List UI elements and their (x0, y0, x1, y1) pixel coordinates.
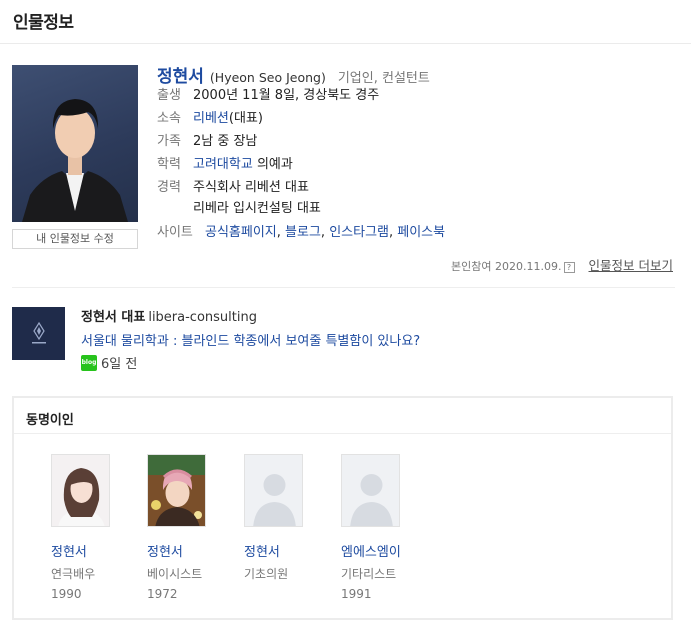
site-link-homepage[interactable]: 공식홈페이지 (205, 225, 277, 240)
birth-label: 출생 (157, 88, 181, 103)
site-link-facebook[interactable]: 페이스북 (397, 225, 445, 240)
info-row-affiliation: 소속 리베션(대표) (157, 110, 263, 128)
education-link[interactable]: 고려대학교 (193, 157, 253, 172)
person-year: 1972 (147, 587, 178, 601)
help-icon[interactable]: ? (563, 261, 575, 273)
edit-profile-button[interactable]: 내 인물정보 수정 (12, 229, 138, 249)
person-year: 1990 (51, 587, 82, 601)
blog-header: 정현서 대표 libera-consulting (81, 306, 257, 325)
same-name-title: 동명이인 (26, 413, 74, 428)
blog-thumbnail[interactable] (12, 307, 65, 360)
person-photo[interactable] (147, 454, 206, 527)
info-row-family: 가족 2남 중 장남 (157, 133, 257, 151)
blog-post-link[interactable]: 서울대 물리학과 : 블라인드 학종에서 보여줄 특별함이 있나요? (81, 330, 420, 349)
person-job: 베이시스트 (147, 567, 203, 581)
info-row-birth: 출생 2000년 11월 8일, 경상북도 경주 (157, 87, 379, 105)
person-photo-illustration (148, 455, 205, 526)
family-value: 2남 중 장남 (193, 134, 258, 149)
person-year: 1991 (341, 587, 372, 601)
site-label: 사이트 (157, 225, 193, 240)
person-photo-illustration (52, 455, 109, 526)
profile-meta: 본인참여 2020.11.09.? 인물정보 더보기 (451, 255, 673, 274)
user-placeholder-icon (342, 455, 399, 526)
family-label: 가족 (157, 134, 181, 149)
affiliation-link[interactable]: 리베션 (193, 111, 229, 126)
career-line-1: 주식회사 리베션 대표 (193, 180, 309, 195)
profile-photo-illustration (22, 99, 128, 222)
person-name[interactable]: 엠에스엠이 (341, 541, 421, 560)
site-separator: , (320, 225, 330, 240)
participation-date: 본인참여 2020.11.09. (451, 260, 562, 273)
profile-name-row: 정현서 (Hyeon Seo Jeong) 기업인, 컨설턴트 (157, 62, 430, 87)
brand-logo-icon (31, 321, 46, 343)
person-name[interactable]: 정현서 (244, 541, 324, 560)
education-label: 학력 (157, 157, 181, 172)
person-job: 기초의원 (244, 567, 289, 581)
profile-job: 기업인, 컨설턴트 (337, 71, 430, 86)
profile-name-en: (Hyeon Seo Jeong) (209, 70, 326, 85)
blog-author[interactable]: 정현서 대표 (81, 310, 145, 325)
site-link-instagram[interactable]: 인스타그램 (329, 225, 389, 240)
career-label: 경력 (157, 180, 181, 195)
person-photo[interactable] (51, 454, 110, 527)
more-profile-link[interactable]: 인물정보 더보기 (589, 258, 673, 273)
person-name[interactable]: 정현서 (147, 541, 227, 560)
career-line-2: 리베라 입시컨설팅 대표 (193, 201, 321, 216)
info-row-education: 학력 고려대학교 의예과 (157, 156, 293, 174)
profile-photo[interactable] (12, 65, 138, 222)
section-title: 인물정보 (13, 13, 74, 33)
same-name-section: 동명이인 정현서 연극배우 1990 정현서 베이시스트 1972 정현서 기초… (12, 396, 673, 620)
blog-source[interactable]: libera-consulting (148, 310, 257, 325)
person-photo-placeholder[interactable] (341, 454, 400, 527)
person-job: 연극배우 (51, 567, 96, 581)
person-name[interactable]: 정현서 (51, 541, 131, 560)
blog-time-row: blog 6일 전 (81, 353, 137, 372)
info-row-site: 사이트 공식홈페이지, 블로그, 인스타그램, 페이스북 (157, 224, 445, 242)
blog-time: 6일 전 (101, 357, 138, 372)
user-placeholder-icon (245, 455, 302, 526)
info-row-career-2: 리베라 입시컨설팅 대표 (193, 200, 321, 218)
affiliation-label: 소속 (157, 111, 181, 126)
same-name-person[interactable]: 엠에스엠이 기타리스트 1991 (341, 454, 421, 601)
info-row-career: 경력 주식회사 리베션 대표 (157, 179, 309, 197)
same-name-person[interactable]: 정현서 연극배우 1990 (51, 454, 131, 601)
site-separator: , (276, 225, 286, 240)
site-link-blog[interactable]: 블로그 (285, 225, 321, 240)
person-photo-placeholder[interactable] (244, 454, 303, 527)
same-name-person[interactable]: 정현서 기초의원 (244, 454, 324, 587)
same-name-person[interactable]: 정현서 베이시스트 1972 (147, 454, 227, 601)
person-job: 기타리스트 (341, 567, 397, 581)
blog-icon: blog (81, 354, 97, 371)
divider (12, 287, 675, 288)
birth-value: 2000년 11월 8일, 경상북도 경주 (193, 88, 380, 103)
profile-name[interactable]: 정현서 (157, 67, 204, 87)
divider (14, 433, 671, 434)
section-header: 인물정보 (0, 0, 691, 44)
affiliation-suffix: (대표) (228, 111, 263, 126)
education-suffix: 의예과 (252, 157, 293, 172)
